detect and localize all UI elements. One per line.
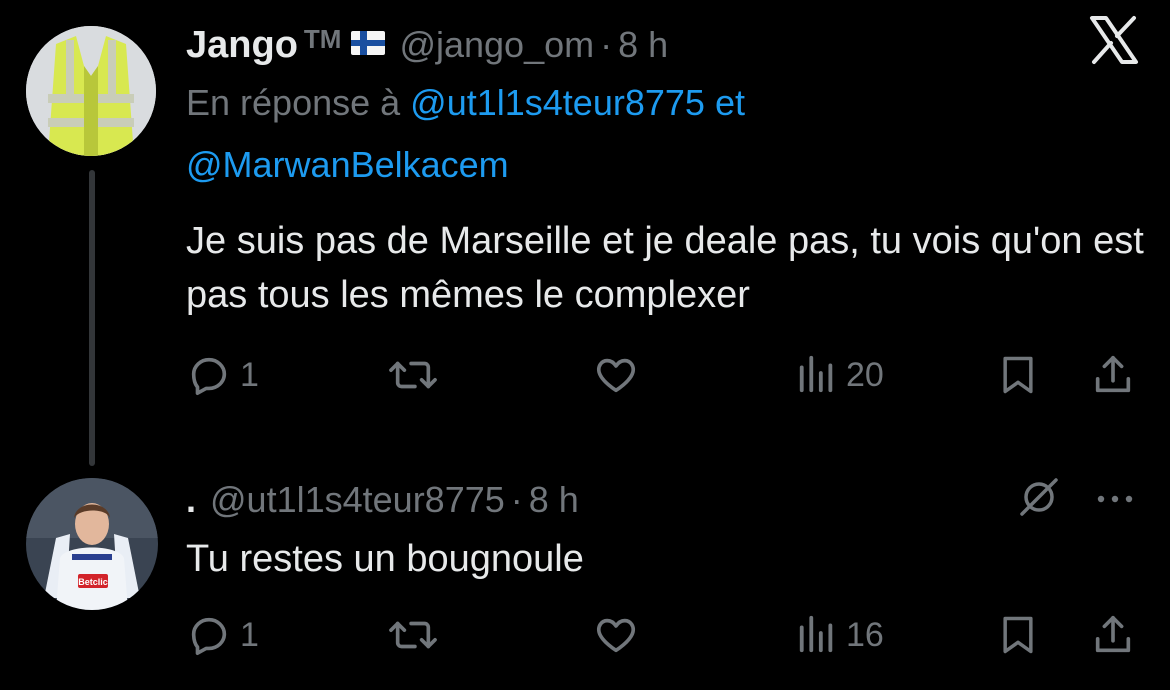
user-handle[interactable]: @jango_om xyxy=(399,24,594,66)
thread-line xyxy=(89,170,95,466)
display-name[interactable]: Jango xyxy=(186,24,298,67)
mention-link[interactable]: @ut1l1s4teur8775 xyxy=(410,82,705,123)
timestamp[interactable]: 8 h xyxy=(618,24,668,66)
retweet-button[interactable] xyxy=(388,612,438,658)
bookmark-icon xyxy=(1003,616,1033,654)
avatar[interactable] xyxy=(26,26,156,156)
bookmark-icon xyxy=(1003,356,1033,394)
separator: · xyxy=(600,24,613,65)
separator: · xyxy=(510,479,523,520)
trademark-badge: TM xyxy=(303,23,342,54)
share-button[interactable] xyxy=(1090,612,1136,658)
finland-flag-icon xyxy=(351,31,386,55)
bookmark-button[interactable] xyxy=(996,612,1040,658)
reply-count: 1 xyxy=(240,355,259,394)
user-handle[interactable]: @ut1l1s4teur8775 xyxy=(210,479,505,521)
reply-icon xyxy=(191,357,227,396)
views-icon xyxy=(799,615,833,653)
more-icon[interactable] xyxy=(1090,484,1140,514)
reply-button[interactable]: 1 xyxy=(186,352,259,398)
reply-prefix: En réponse à xyxy=(186,82,401,123)
reply-count: 1 xyxy=(240,615,259,654)
reply-button[interactable]: 1 xyxy=(186,612,259,658)
reply-context: En réponse à @ut1l1s4teur8775 et xyxy=(186,78,745,128)
avatar[interactable]: Betclic xyxy=(26,478,158,610)
tweet-text: Je suis pas de Marseille et je deale pas… xyxy=(186,220,1144,316)
bookmark-button[interactable] xyxy=(996,352,1040,398)
retweet-icon xyxy=(389,621,437,649)
display-name[interactable]: . xyxy=(186,479,196,521)
heart-icon xyxy=(596,358,636,393)
tweet-header: Jango TM @jango_om · 8 h xyxy=(186,20,668,70)
views-count: 20 xyxy=(846,355,884,394)
views-button[interactable]: 16 xyxy=(796,612,884,658)
like-button[interactable] xyxy=(592,352,640,398)
reply-icon xyxy=(191,617,227,656)
retweet-icon xyxy=(389,361,437,389)
retweet-button[interactable] xyxy=(388,352,438,398)
mention-link[interactable]: @MarwanBelkacem xyxy=(186,144,509,185)
views-button[interactable]: 20 xyxy=(796,352,884,398)
mute-icon[interactable] xyxy=(1014,472,1064,522)
like-button[interactable] xyxy=(592,612,640,658)
views-icon xyxy=(799,355,833,393)
views-count: 16 xyxy=(846,615,884,654)
share-icon xyxy=(1095,355,1131,393)
timestamp[interactable]: 8 h xyxy=(529,479,579,521)
reply-and: et xyxy=(714,82,745,123)
share-button[interactable] xyxy=(1090,352,1136,398)
x-logo-icon[interactable] xyxy=(1086,12,1142,68)
svg-text:Betclic: Betclic xyxy=(78,577,108,587)
tweet-text: Tu restes un bougnoule xyxy=(186,538,584,580)
reply-context-2: @MarwanBelkacem xyxy=(186,140,509,190)
share-icon xyxy=(1095,615,1131,653)
heart-icon xyxy=(596,618,636,653)
tweet-header: . @ut1l1s4teur8775 · 8 h xyxy=(186,475,579,525)
